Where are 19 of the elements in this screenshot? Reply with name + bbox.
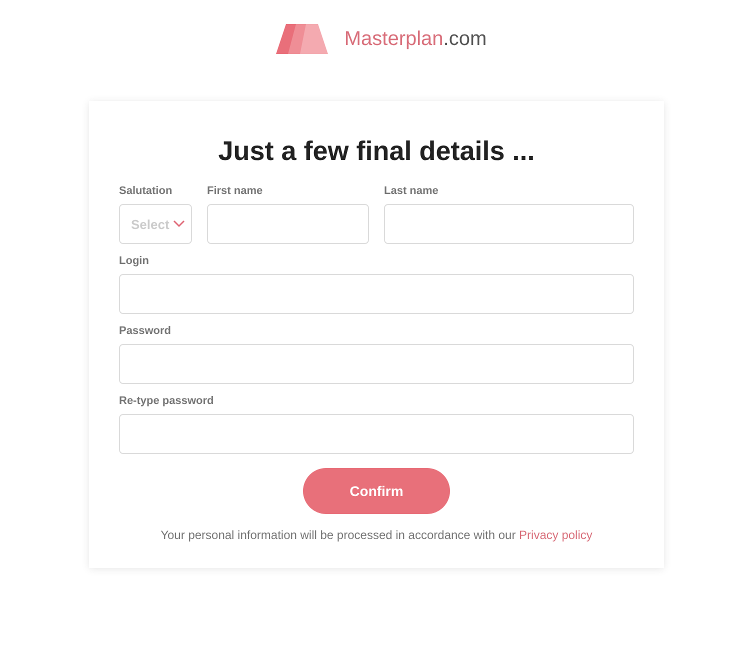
confirm-button[interactable]: Confirm xyxy=(303,468,450,514)
field-label: Salutation xyxy=(119,185,174,200)
field-label: Login xyxy=(119,255,150,270)
input-field[interactable] xyxy=(384,204,634,244)
input-field[interactable] xyxy=(119,344,634,384)
input-field[interactable] xyxy=(119,414,634,454)
form-title: Just a few final details ... xyxy=(217,135,536,168)
input-field[interactable] xyxy=(207,204,369,244)
input-field[interactable] xyxy=(119,274,634,314)
field-label: Password xyxy=(119,325,172,340)
privacy-notice: Your personal information will be processed in accordance with our Privacy policy xyxy=(160,528,594,542)
field-label: First name xyxy=(207,185,264,200)
privacy-policy-link[interactable]: Privacy policy xyxy=(519,528,592,542)
logo-domain: .com xyxy=(443,28,487,50)
field-label: Last name xyxy=(384,185,440,200)
field-label: Re-type password xyxy=(119,395,215,410)
logo-text: Masterplan xyxy=(344,28,444,50)
logo-icon xyxy=(276,24,328,54)
chevron-down-icon xyxy=(173,220,185,228)
